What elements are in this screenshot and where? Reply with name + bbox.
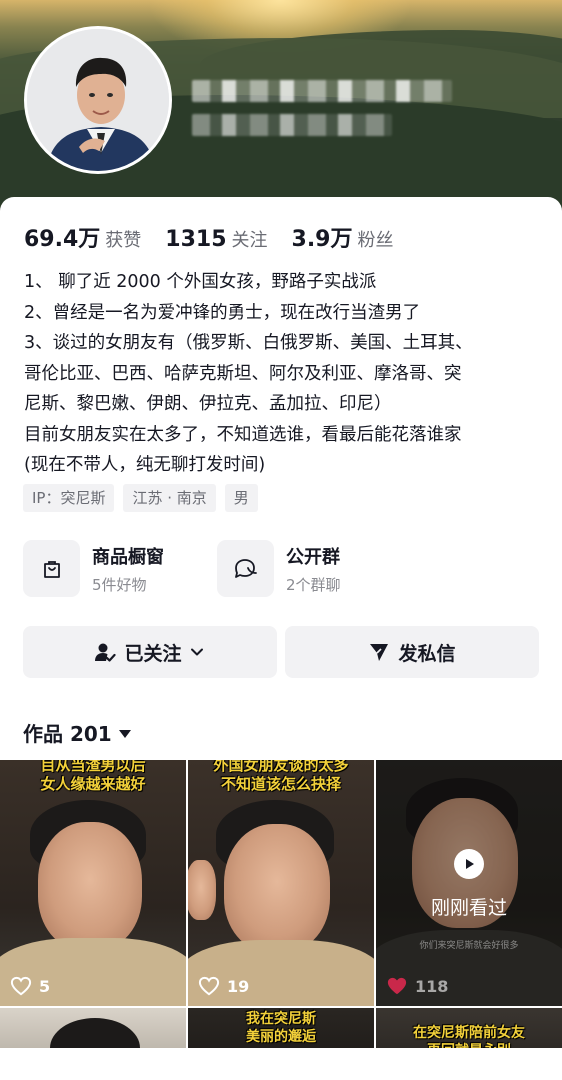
video-thumbnail[interactable] xyxy=(0,1008,186,1048)
bio-line: 目前女朋友实在太多了，不知道选谁，看最后能花落谁家 xyxy=(24,424,462,445)
shortcut-title: 公开群 xyxy=(286,546,340,568)
followed-button[interactable]: 已关注 xyxy=(23,626,277,678)
username-blurred xyxy=(192,80,452,102)
caption-line: 美丽的邂逅 xyxy=(246,1029,316,1045)
send-message-button[interactable]: 发私信 xyxy=(285,626,539,678)
caption-line: 再回就是永别 xyxy=(376,1042,562,1048)
video-subtitle-text: 你们来突尼斯就会好很多 xyxy=(419,941,519,951)
video-thumbnail[interactable]: 目从当渣男以后 女人缘越来越好 5 xyxy=(0,760,186,1006)
caption-line: 我在突尼斯 xyxy=(246,1011,316,1027)
stat-value: 1315 xyxy=(165,227,227,252)
profile-banner xyxy=(0,0,562,220)
stat-likes[interactable]: 69.4万 获赞 xyxy=(24,221,141,253)
profile-shortcuts: 商品橱窗 5件好物 公开群 2个群聊 xyxy=(23,540,411,597)
bio-line: 3、谈过的女朋友有（俄罗斯、白俄罗斯、美国、土耳其、 xyxy=(24,333,473,353)
followed-label: 已关注 xyxy=(124,642,182,665)
stat-followers[interactable]: 3.9万 粉丝 xyxy=(292,221,394,253)
video-caption: 外国女朋友谈的太多 不知道该怎么抉择 xyxy=(188,760,374,794)
bio-line: 1、 聊了近 2000 个外国女孩，野路子实战派 xyxy=(24,272,377,292)
video-caption: 在突尼斯陪前女友 再回就是永别 xyxy=(376,1024,562,1048)
just-watched-label: 刚刚看过 xyxy=(430,897,507,919)
play-icon xyxy=(454,849,484,879)
public-group-entry[interactable]: 公开群 2个群聊 xyxy=(217,540,411,597)
video-thumbnail[interactable]: 外国女朋友谈的太多 不知道该怎么抉择 19 xyxy=(188,760,374,1006)
heart-outline-icon xyxy=(198,976,220,996)
likes-count: 118 xyxy=(415,976,449,996)
works-tab[interactable]: 作品 201 xyxy=(23,718,131,747)
shortcut-subtitle: 2个群聊 xyxy=(286,575,341,594)
caption-line: 目从当渣男以后 xyxy=(40,760,146,774)
caption-line: 在突尼斯陪前女友 xyxy=(413,1025,525,1041)
caret-down-icon xyxy=(118,729,131,738)
profile-card: 69.4万 获赞 1315 关注 3.9万 粉丝 1、 聊了近 2000 个外国… xyxy=(0,197,562,1080)
shortcut-subtitle: 5件好物 xyxy=(92,575,147,594)
stat-label: 获赞 xyxy=(105,230,142,251)
tag-gender: 男 xyxy=(224,484,258,512)
person-check-icon xyxy=(95,643,117,662)
stat-following[interactable]: 1315 关注 xyxy=(165,226,267,252)
profile-tags: IP：突尼斯 江苏 · 南京 男 xyxy=(23,484,267,512)
user-id-blurred xyxy=(192,114,392,136)
tag-region: 江苏 · 南京 xyxy=(123,484,216,512)
group-chat-icon xyxy=(217,540,274,597)
send-icon xyxy=(370,644,389,661)
caption-line: 不知道该怎么抉择 xyxy=(220,775,341,793)
profile-stats: 69.4万 获赞 1315 关注 3.9万 粉丝 xyxy=(24,221,418,253)
video-thumbnail[interactable]: 我在突尼斯 美丽的邂逅 xyxy=(188,1008,374,1048)
likes-count: 19 xyxy=(227,976,250,996)
video-likes: 19 xyxy=(198,976,249,996)
video-thumbnail[interactable]: 刚刚看过 你们来突尼斯就会好很多 118 xyxy=(376,760,562,1006)
caption-line: 女人缘越来越好 xyxy=(40,775,146,793)
chevron-down-icon xyxy=(190,648,203,656)
bio-line: (现在不带人，纯无聊打发时间) xyxy=(24,455,266,475)
bio-line: 尼斯、黎巴嫩、伊朗、伊拉克、孟加拉、印尼） xyxy=(24,394,392,414)
video-caption: 我在突尼斯 美丽的邂逅 xyxy=(188,1010,374,1046)
video-thumbnail[interactable]: 在突尼斯陪前女友 再回就是永别 xyxy=(376,1008,562,1048)
video-likes: 118 xyxy=(386,976,448,996)
heart-outline-icon xyxy=(10,976,32,996)
send-message-label: 发私信 xyxy=(398,642,456,665)
shopping-bag-icon xyxy=(23,540,80,597)
heart-filled-icon xyxy=(387,977,407,995)
profile-actions: 已关注 发私信 xyxy=(23,626,547,678)
shop-window-entry[interactable]: 商品橱窗 5件好物 xyxy=(23,540,217,597)
stat-label: 关注 xyxy=(231,230,268,251)
profile-bio: 1、 聊了近 2000 个外国女孩，野路子实战派 2、曾经是一名为爱冲锋的勇士，… xyxy=(24,267,544,481)
likes-count: 5 xyxy=(39,976,51,996)
stat-value: 69.4万 xyxy=(24,227,101,252)
caption-line: 外国女朋友谈的太多 xyxy=(213,760,349,774)
video-caption: 目从当渣男以后 女人缘越来越好 xyxy=(0,760,186,794)
stat-value: 3.9万 xyxy=(291,227,353,252)
stat-label: 粉丝 xyxy=(357,230,394,251)
shortcut-title: 商品橱窗 xyxy=(92,546,164,568)
avatar-photo xyxy=(27,29,169,171)
video-likes: 5 xyxy=(10,976,50,996)
bio-line: 2、曾经是一名为爱冲锋的勇士，现在改行当渣男了 xyxy=(24,302,421,323)
seen-overlay xyxy=(376,760,562,1006)
tag-ip-location: IP：突尼斯 xyxy=(23,484,115,512)
bio-line: 哥伦比亚、巴西、哈萨克斯坦、阿尔及利亚、摩洛哥、突 xyxy=(24,363,462,384)
works-tab-label: 作品 201 xyxy=(23,722,112,746)
avatar[interactable] xyxy=(24,26,172,174)
